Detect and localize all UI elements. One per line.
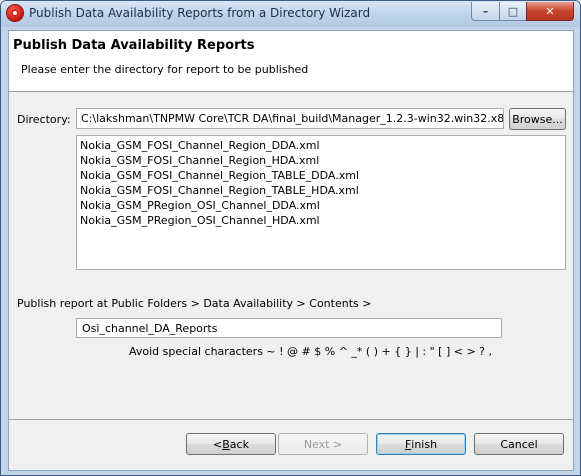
directory-input[interactable]: C:\lakshman\TNPMW Core\TCR DA\final_buil… bbox=[76, 108, 504, 129]
maximize-button[interactable]: □ bbox=[499, 2, 527, 21]
close-button[interactable]: ✕ bbox=[526, 2, 574, 21]
finish-button[interactable]: Finish bbox=[376, 433, 466, 455]
app-logo-icon bbox=[7, 5, 23, 21]
cancel-button[interactable]: Cancel bbox=[474, 433, 564, 455]
minimize-icon: – bbox=[482, 4, 489, 18]
list-item[interactable]: Nokia_GSM_PRegion_OSI_Channel_HDA.xml bbox=[80, 213, 562, 228]
minimize-button[interactable]: – bbox=[471, 2, 500, 21]
list-item[interactable]: Nokia_GSM_FOSI_Channel_Region_TABLE_DDA.… bbox=[80, 168, 562, 183]
wizard-window: Publish Data Availability Reports from a… bbox=[0, 0, 581, 476]
window-title: Publish Data Availability Reports from a… bbox=[29, 6, 371, 20]
page-title: Publish Data Availability Reports bbox=[13, 38, 255, 53]
list-item[interactable]: Nokia_GSM_FOSI_Channel_Region_HDA.xml bbox=[80, 153, 562, 168]
back-label: ack bbox=[229, 437, 249, 451]
back-button[interactable]: < Back bbox=[186, 433, 276, 455]
list-item[interactable]: Nokia_GSM_FOSI_Channel_Region_DDA.xml bbox=[80, 138, 562, 153]
list-item[interactable]: Nokia_GSM_PRegion_OSI_Channel_DDA.xml bbox=[80, 198, 562, 213]
special-characters-hint: Avoid special characters ~ ! @ # $ % ^ _… bbox=[129, 345, 492, 358]
page-description: Please enter the directory for report to… bbox=[21, 63, 309, 76]
directory-label: Directory: bbox=[17, 113, 71, 126]
browse-button[interactable]: Browse... bbox=[509, 108, 566, 130]
close-icon: ✕ bbox=[545, 4, 555, 18]
next-button[interactable]: Next > bbox=[278, 433, 368, 455]
wizard-body: Publish Data Availability Reports Please… bbox=[8, 30, 574, 471]
publish-location-label: Publish report at Public Folders > Data … bbox=[17, 297, 372, 310]
wizard-header: Publish Data Availability Reports Please… bbox=[9, 31, 573, 92]
button-bar-divider bbox=[9, 419, 573, 420]
title-bar[interactable]: Publish Data Availability Reports from a… bbox=[1, 1, 580, 27]
back-mnemonic: B bbox=[222, 437, 230, 451]
finish-label: inish bbox=[411, 437, 438, 451]
folder-name-input[interactable]: Osi_channel_DA_Reports bbox=[76, 318, 502, 338]
list-item[interactable]: Nokia_GSM_FOSI_Channel_Region_TABLE_HDA.… bbox=[80, 183, 562, 198]
back-prefix: < bbox=[213, 437, 223, 451]
maximize-icon: □ bbox=[507, 4, 519, 18]
file-list[interactable]: Nokia_GSM_FOSI_Channel_Region_DDA.xml No… bbox=[76, 135, 566, 270]
